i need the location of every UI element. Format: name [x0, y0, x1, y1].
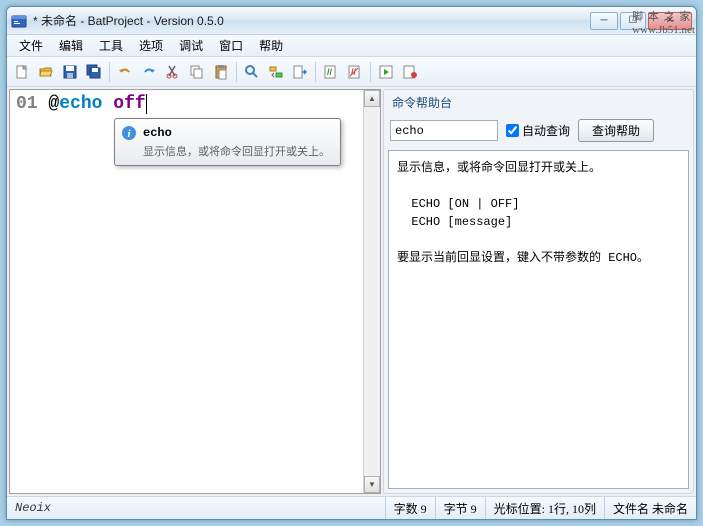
window-title: * 未命名 - BatProject - Version 0.5.0	[33, 12, 590, 29]
scroll-up-button[interactable]: ▲	[364, 90, 380, 107]
menu-file[interactable]: 文件	[11, 35, 51, 56]
new-file-icon[interactable]	[11, 61, 33, 83]
status-filename: 文件名 未命名	[604, 497, 696, 519]
help-pane: 命令帮助台 自动查询 查询帮助 显示信息，或将命令回显打开或关上。 ECHO […	[383, 89, 694, 494]
statusbar: Neoix 字数 9 字节 9 光标位置: 1行, 10列 文件名 未命名	[7, 496, 696, 519]
text-cursor	[146, 94, 147, 114]
info-icon: i	[121, 125, 137, 141]
status-author: Neoix	[7, 501, 385, 515]
auto-query-checkbox[interactable]: 自动查询	[506, 122, 570, 139]
code-editor[interactable]: 01 @echo off i echo 显示信息，或将命令回显打开或关上。	[10, 90, 363, 493]
menu-edit[interactable]: 编辑	[51, 35, 91, 56]
query-help-button[interactable]: 查询帮助	[578, 119, 654, 142]
minimize-button[interactable]: ─	[590, 12, 618, 30]
main-window: * 未命名 - BatProject - Version 0.5.0 ─ ☐ ✕…	[6, 6, 697, 520]
svg-text://: //	[327, 67, 333, 77]
scroll-down-button[interactable]: ▼	[364, 476, 380, 493]
undo-icon[interactable]	[114, 61, 136, 83]
code-hint-tooltip: i echo 显示信息，或将命令回显打开或关上。	[114, 118, 341, 166]
toolbar: // //	[7, 57, 696, 87]
copy-icon[interactable]	[186, 61, 208, 83]
line-number: 01	[16, 94, 38, 114]
replace-icon[interactable]	[265, 61, 287, 83]
uncomment-icon[interactable]: //	[344, 61, 366, 83]
menu-help[interactable]: 帮助	[251, 35, 291, 56]
menubar: 文件 编辑 工具 选项 调试 窗口 帮助	[7, 35, 696, 57]
editor-pane: 01 @echo off i echo 显示信息，或将命令回显打开或关上。 ▲ …	[9, 89, 381, 494]
vertical-scrollbar[interactable]: ▲ ▼	[363, 90, 380, 493]
tooltip-description: 显示信息，或将命令回显打开或关上。	[143, 143, 330, 159]
save-all-icon[interactable]	[83, 61, 105, 83]
titlebar[interactable]: * 未命名 - BatProject - Version 0.5.0 ─ ☐ ✕	[7, 7, 696, 35]
status-byte-count: 字节 9	[435, 497, 485, 519]
cut-icon[interactable]	[162, 61, 184, 83]
run-icon[interactable]	[375, 61, 397, 83]
menu-tools[interactable]: 工具	[91, 35, 131, 56]
status-cursor-pos: 光标位置: 1行, 10列	[485, 497, 604, 519]
redo-icon[interactable]	[138, 61, 160, 83]
debug-icon[interactable]	[399, 61, 421, 83]
comment-icon[interactable]: //	[320, 61, 342, 83]
find-icon[interactable]	[241, 61, 263, 83]
save-icon[interactable]	[59, 61, 81, 83]
main-area: 01 @echo off i echo 显示信息，或将命令回显打开或关上。 ▲ …	[7, 87, 696, 496]
paste-icon[interactable]	[210, 61, 232, 83]
open-file-icon[interactable]	[35, 61, 57, 83]
tooltip-title: echo	[143, 126, 172, 140]
help-command-input[interactable]	[390, 120, 498, 141]
watermark: 脚 本 之 家 www.Jb51.net	[632, 8, 695, 36]
help-panel-title: 命令帮助台	[388, 94, 689, 115]
status-char-count: 字数 9	[385, 497, 435, 519]
help-output[interactable]: 显示信息，或将命令回显打开或关上。 ECHO [ON | OFF] ECHO […	[388, 150, 689, 489]
app-icon	[11, 13, 27, 29]
menu-window[interactable]: 窗口	[211, 35, 251, 56]
menu-debug[interactable]: 调试	[171, 35, 211, 56]
goto-icon[interactable]	[289, 61, 311, 83]
menu-options[interactable]: 选项	[131, 35, 171, 56]
